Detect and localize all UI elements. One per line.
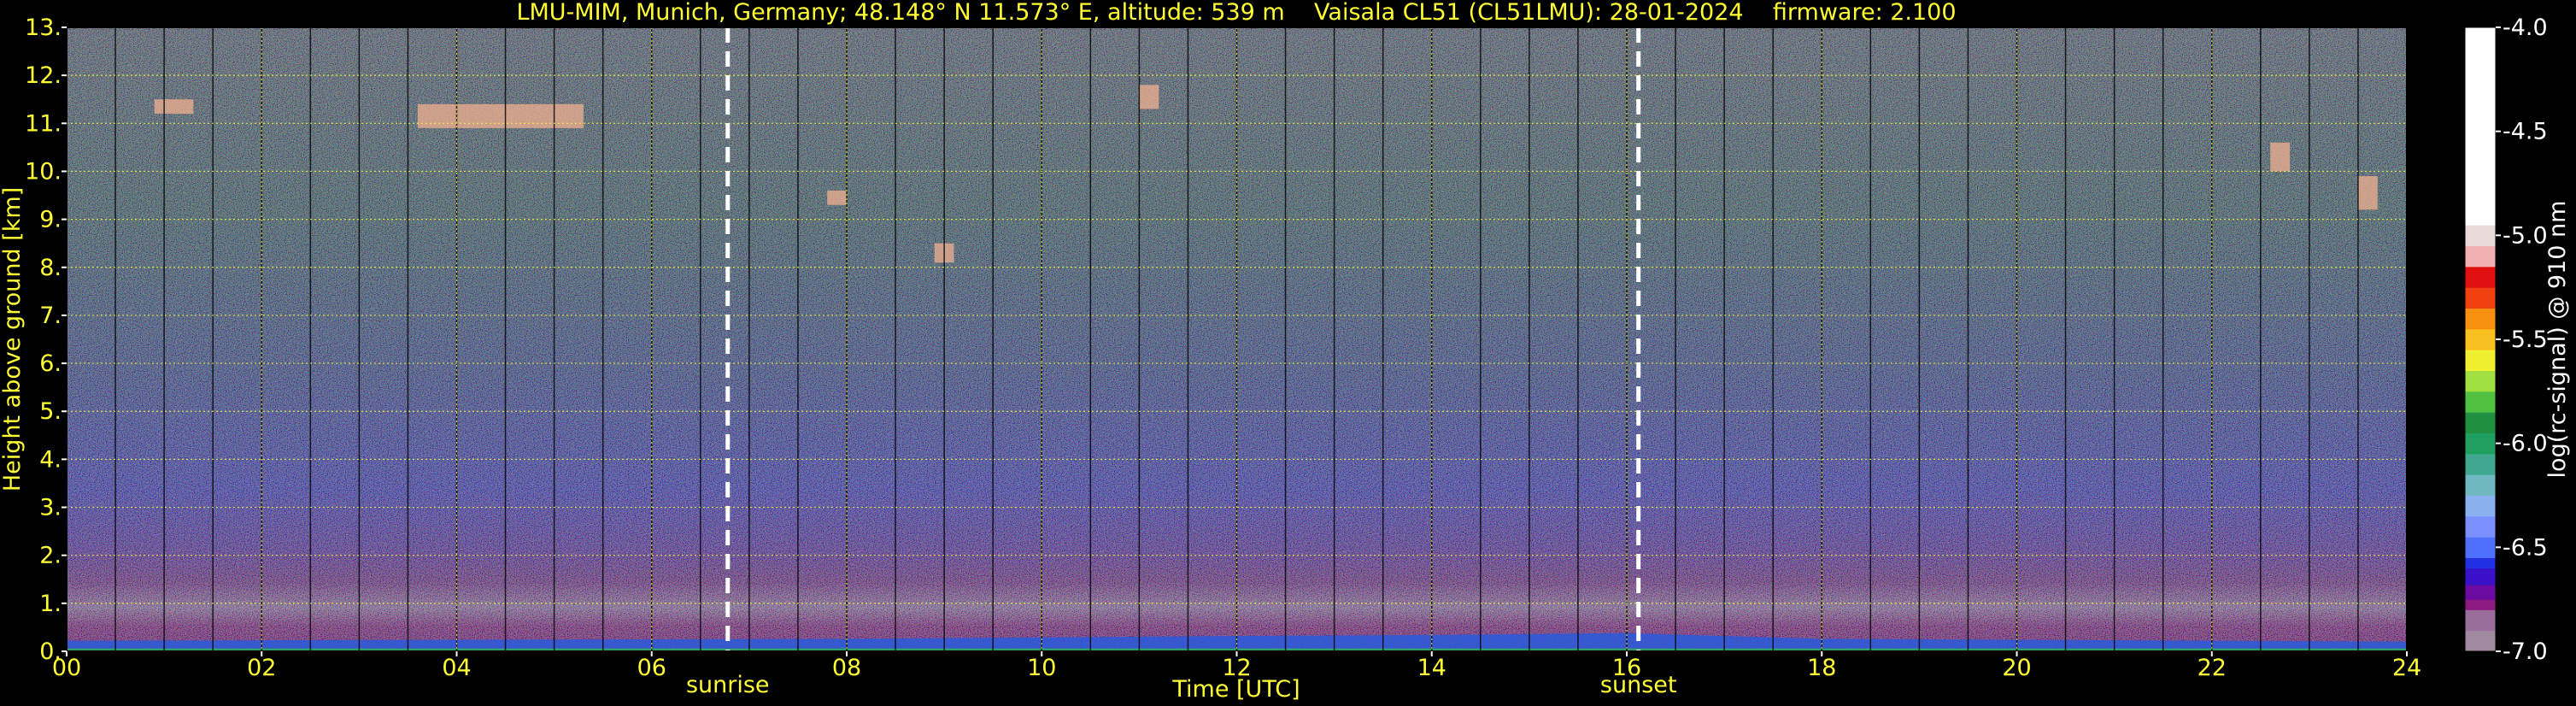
colorbar-segment: [2465, 537, 2496, 558]
y-tick-label: 1.: [39, 591, 62, 617]
cloud-patch: [417, 103, 584, 128]
x-tick-label: 16: [1612, 655, 1641, 681]
y-tick-label: 12.: [25, 62, 62, 89]
colorbar-tick-label: -5.0: [2503, 222, 2548, 249]
y-tick-label: 7.: [39, 303, 62, 329]
colorbar-tick-label: -6.0: [2503, 431, 2548, 457]
colorbar-segment: [2465, 308, 2496, 330]
colorbar-segment: [2465, 328, 2496, 350]
ceilometer-chart: sunrise sunset00 02 04 06 08 10 12 14 16 18 20 22 240…: [0, 0, 2571, 703]
x-tick-label: 02: [247, 655, 276, 681]
colorbar-segment: [2465, 474, 2496, 496]
y-axis-label: Height above ground [km]: [0, 187, 26, 491]
colorbar-tick-label: -7.0: [2503, 638, 2548, 665]
colorbar-segment: [2465, 568, 2496, 585]
colorbar-segment: [2465, 412, 2496, 433]
x-tick-label: 08: [832, 655, 861, 681]
plot-area: sunrise sunset00 02 04 06 08 10 12 14 16 18 20 22 240…: [25, 15, 2421, 698]
y-tick-label: 4.: [39, 446, 62, 473]
cloud-patch: [2357, 176, 2378, 210]
x-tick-label: 10: [1027, 655, 1056, 681]
colorbar-segment: [2465, 515, 2496, 538]
colorbar-segment: [2465, 266, 2496, 288]
y-tick-label: 2.: [39, 543, 62, 569]
y-tick-label: 3.: [39, 495, 62, 521]
cloud-patch: [827, 190, 847, 205]
y-tick-label: 0.: [39, 638, 62, 665]
x-tick-label: 22: [2198, 655, 2227, 681]
x-tick-label: 14: [1417, 655, 1446, 681]
y-tick-label: 5.: [39, 398, 62, 425]
colorbar-segment: [2465, 245, 2496, 268]
chart-title: LMU-MIM, Munich, Germany; 48.148° N 11.5…: [516, 0, 1956, 26]
colorbar-segment: [2465, 609, 2496, 632]
colorbar-segment: [2465, 350, 2496, 371]
colorbar-label: log(rc-signal) @ 910 nm: [2544, 201, 2571, 479]
colorbar-segment: [2465, 391, 2496, 413]
colorbar: -7.0 -6.5 -6.0 -5.5 -5.0 -4.5 -4.0: [2464, 15, 2548, 665]
y-tick-label: 10.: [25, 158, 62, 185]
colorbar-segment: [2465, 225, 2496, 246]
x-tick-label: 20: [2002, 655, 2031, 681]
colorbar-segment: [2465, 599, 2496, 610]
x-tick-label: 06: [637, 655, 666, 681]
colorbar-segment: [2465, 27, 2496, 226]
y-tick-label: 11.: [25, 110, 62, 137]
y-tick-label: 8.: [39, 255, 62, 281]
x-tick-label: 18: [1807, 655, 1836, 681]
x-tick-label: 24: [2392, 655, 2421, 681]
colorbar-tick-label: -6.5: [2503, 534, 2548, 561]
y-tick-label: 13.: [25, 15, 62, 41]
cloud-patch: [1139, 85, 1159, 109]
x-axis-label: Time [UTC]: [1171, 676, 1300, 703]
cloud-patch: [2270, 142, 2291, 172]
colorbar-segment: [2465, 432, 2496, 455]
colorbar-tick-label: -5.5: [2503, 327, 2548, 353]
colorbar-tick-label: -4.5: [2503, 119, 2548, 145]
colorbar-segment: [2465, 585, 2496, 600]
colorbar-segment: [2465, 630, 2496, 652]
sunrise-label: sunrise: [686, 672, 770, 698]
colorbar-segment: [2465, 370, 2496, 392]
colorbar-segment: [2465, 287, 2496, 309]
y-tick-label: 9.: [39, 207, 62, 233]
cloud-patch: [154, 99, 194, 115]
colorbar-segment: [2465, 557, 2496, 569]
x-tick-label: 04: [442, 655, 471, 681]
colorbar-tick-label: -4.0: [2503, 15, 2548, 41]
colorbar-segment: [2465, 453, 2496, 475]
y-tick-label: 6.: [39, 350, 62, 377]
colorbar-segment: [2465, 495, 2496, 517]
